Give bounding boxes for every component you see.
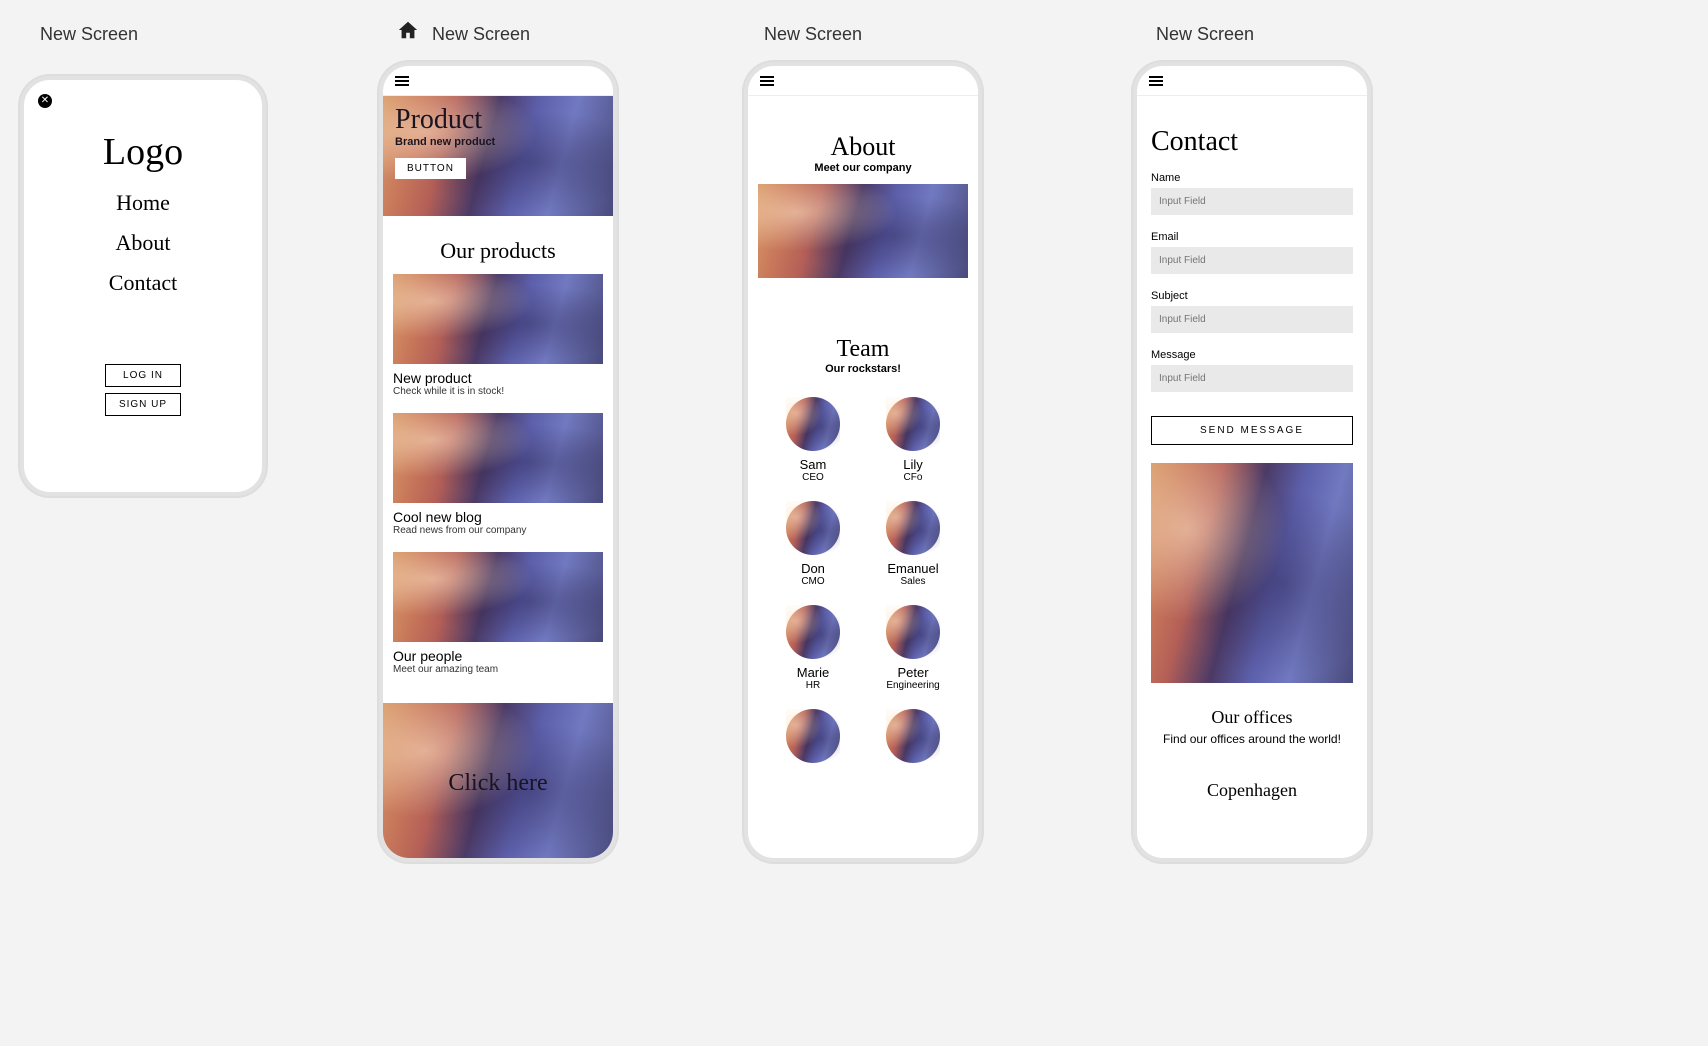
screen-label-1: New Screen [40, 24, 138, 45]
member-name: Emanuel [868, 561, 958, 576]
contact-image [1151, 463, 1353, 683]
close-icon[interactable]: ✕ [38, 94, 52, 108]
contact-title: Contact [1151, 126, 1353, 158]
input-name[interactable] [1151, 188, 1353, 215]
member-role: Sales [868, 576, 958, 587]
hamburger-icon[interactable] [1149, 76, 1163, 86]
offices-subtitle: Find our offices around the world! [1151, 732, 1353, 746]
team-title: Team [748, 336, 978, 363]
hero-button[interactable]: BUTTON [395, 158, 466, 179]
product-image [393, 413, 603, 503]
office-city: Copenhagen [1151, 780, 1353, 801]
screen-menu: ✕ Logo Home About Contact LOG IN SIGN UP [20, 76, 266, 496]
team-grid: Sam CEO Lily CFo Don CMO Emanuel Sales M… [768, 397, 958, 769]
avatar [786, 709, 840, 763]
screen-about: About Meet our company Team Our rockstar… [744, 62, 982, 862]
nav-contact[interactable]: Contact [24, 270, 262, 296]
avatar [886, 501, 940, 555]
send-message-button[interactable]: SEND MESSAGE [1151, 416, 1353, 445]
team-member[interactable] [768, 709, 858, 769]
member-name: Lily [868, 457, 958, 472]
team-member[interactable]: Lily CFo [868, 397, 958, 483]
product-card[interactable]: New product Check while it is in stock! [393, 274, 603, 397]
screen-label-4: New Screen [1156, 24, 1254, 45]
member-name: Marie [768, 665, 858, 680]
product-image [393, 274, 603, 364]
cta-text: Click here [383, 703, 613, 858]
member-name: Peter [868, 665, 958, 680]
member-name: Sam [768, 457, 858, 472]
product-title: New product [393, 370, 603, 386]
avatar [886, 709, 940, 763]
signup-button[interactable]: SIGN UP [105, 393, 181, 416]
screen-products: Product Brand new product BUTTON Our pro… [379, 62, 617, 862]
product-title: Our people [393, 648, 603, 664]
member-role: HR [768, 680, 858, 691]
hero-image: Product Brand new product BUTTON [383, 96, 613, 216]
input-message[interactable] [1151, 365, 1353, 392]
label-subject: Subject [1151, 290, 1353, 302]
about-subtitle: Meet our company [748, 162, 978, 174]
label-name: Name [1151, 172, 1353, 184]
input-email[interactable] [1151, 247, 1353, 274]
avatar [786, 397, 840, 451]
cta-banner[interactable]: Click here [383, 703, 613, 858]
product-card[interactable]: Our people Meet our amazing team [393, 552, 603, 675]
home-icon [397, 19, 419, 41]
avatar [786, 501, 840, 555]
member-role: Engineering [868, 680, 958, 691]
hamburger-icon[interactable] [395, 76, 409, 86]
about-image [758, 184, 968, 278]
team-member[interactable]: Peter Engineering [868, 605, 958, 691]
nav-home[interactable]: Home [24, 190, 262, 216]
avatar [886, 605, 940, 659]
hamburger-icon[interactable] [760, 76, 774, 86]
screen-label-3: New Screen [764, 24, 862, 45]
offices-title: Our offices [1151, 707, 1353, 728]
member-role: CFo [868, 472, 958, 483]
team-member[interactable]: Marie HR [768, 605, 858, 691]
member-name: Don [768, 561, 858, 576]
avatar [886, 397, 940, 451]
product-desc: Meet our amazing team [393, 664, 603, 675]
team-subtitle: Our rockstars! [748, 363, 978, 375]
nav-about[interactable]: About [24, 230, 262, 256]
input-subject[interactable] [1151, 306, 1353, 333]
label-email: Email [1151, 231, 1353, 243]
product-desc: Read news from our company [393, 525, 603, 536]
about-title: About [748, 132, 978, 162]
login-button[interactable]: LOG IN [105, 364, 181, 387]
team-member[interactable]: Emanuel Sales [868, 501, 958, 587]
logo: Logo [24, 130, 262, 174]
product-desc: Check while it is in stock! [393, 386, 603, 397]
product-image [393, 552, 603, 642]
screen-contact: Contact Name Email Subject Message SEND … [1133, 62, 1371, 862]
products-section-title: Our products [383, 238, 613, 264]
member-role: CMO [768, 576, 858, 587]
avatar [786, 605, 840, 659]
team-member[interactable]: Sam CEO [768, 397, 858, 483]
product-card[interactable]: Cool new blog Read news from our company [393, 413, 603, 536]
team-member[interactable]: Don CMO [768, 501, 858, 587]
screen-label-2: New Screen [432, 24, 530, 45]
member-role: CEO [768, 472, 858, 483]
label-message: Message [1151, 349, 1353, 361]
product-title: Cool new blog [393, 509, 603, 525]
hero-title: Product [395, 104, 495, 136]
hero-subtitle: Brand new product [395, 136, 495, 148]
team-member[interactable] [868, 709, 958, 769]
